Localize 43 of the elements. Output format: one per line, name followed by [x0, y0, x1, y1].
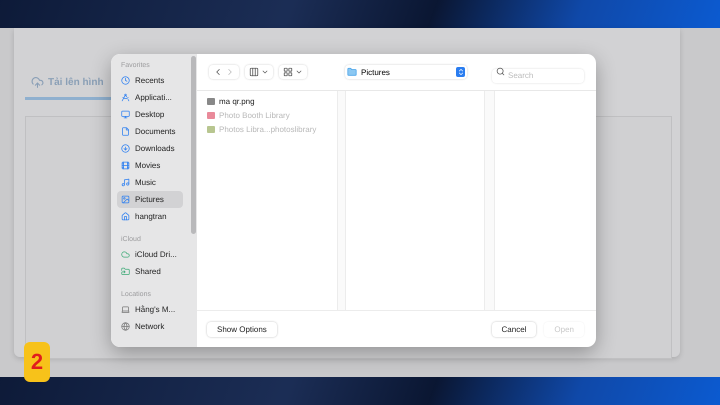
laptop-icon — [121, 305, 130, 314]
film-icon — [121, 161, 130, 170]
file-item[interactable]: ma qr.png — [197, 94, 337, 108]
search-field[interactable]: Search — [492, 68, 584, 82]
chevron-down-icon — [295, 68, 303, 76]
chevron-down-icon — [261, 68, 269, 76]
sidebar-item[interactable]: hangtran — [117, 208, 183, 225]
sidebar-item[interactable]: iCloud Dri... — [117, 246, 183, 263]
photo-booth-icon — [207, 112, 215, 118]
sidebar-item[interactable]: Hằng's M... — [117, 301, 183, 318]
stepper-icon — [456, 67, 465, 77]
globe-icon — [121, 322, 130, 331]
cloud-upload-icon — [31, 76, 44, 89]
show-options-button[interactable]: Show Options — [207, 322, 277, 336]
sidebar-item[interactable]: Shared — [117, 263, 183, 280]
photos-library-icon — [207, 126, 215, 132]
search-icon — [496, 67, 505, 76]
cancel-button[interactable]: Cancel — [492, 322, 536, 336]
house-icon — [121, 212, 130, 221]
grid-icon — [283, 67, 293, 77]
monitor-icon — [121, 110, 130, 119]
download-icon — [121, 144, 130, 153]
sidebar-item[interactable]: Pictures — [117, 191, 183, 208]
image-file-icon — [207, 98, 215, 104]
sidebar-item[interactable]: Documents — [117, 123, 183, 140]
sidebar-item[interactable]: Network — [117, 318, 183, 335]
sidebar-item[interactable]: Music — [117, 174, 183, 191]
sidebar-item[interactable]: Recents — [117, 72, 183, 89]
sidebar-item[interactable]: Applicati... — [117, 89, 183, 106]
music-note-icon — [121, 178, 130, 187]
clock-icon — [121, 76, 130, 85]
image-icon — [121, 195, 130, 204]
cloud-icon — [121, 250, 130, 259]
shared-folder-icon — [121, 267, 130, 276]
folder-icon — [347, 67, 357, 77]
columns-icon — [249, 67, 259, 77]
sidebar-item[interactable]: Downloads — [117, 140, 183, 157]
sidebar-item[interactable]: Movies — [117, 157, 183, 174]
location-dropdown[interactable]: Pictures — [345, 65, 467, 79]
step-badge: 2 — [24, 342, 50, 382]
sidebar-item[interactable]: Desktop — [117, 106, 183, 123]
compass-icon — [121, 93, 130, 102]
document-icon — [121, 127, 130, 136]
